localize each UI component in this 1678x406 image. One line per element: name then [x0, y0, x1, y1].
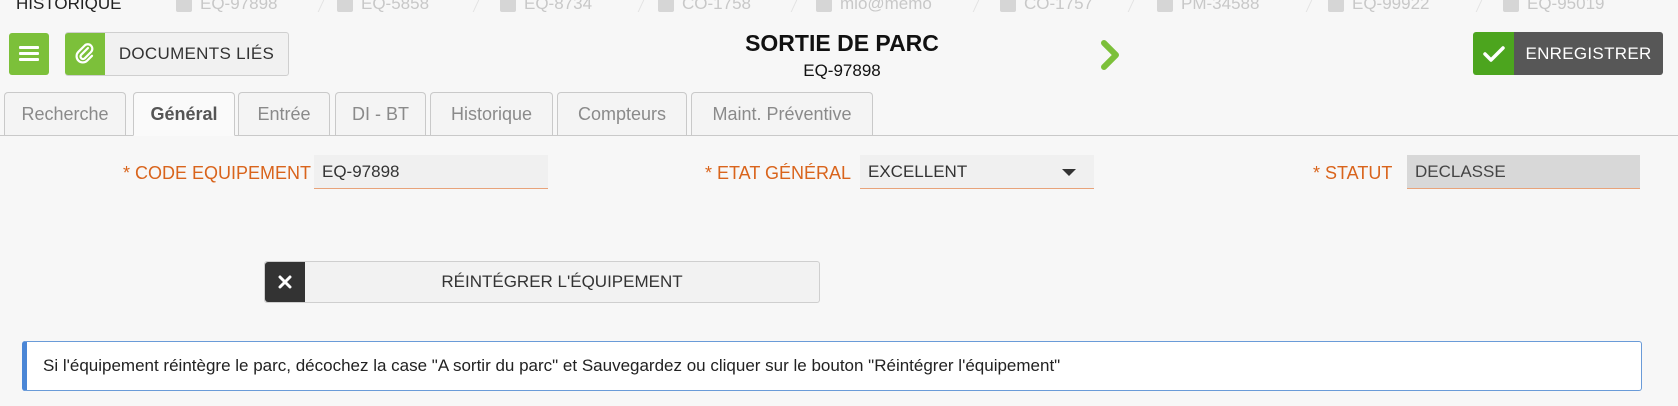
code-equipement-label: * CODE EQUIPEMENT — [123, 163, 312, 183]
paperclip-icon — [65, 32, 105, 75]
linked-documents-button[interactable]: DOCUMENTS LIÉS — [65, 32, 289, 76]
save-label: ENREGISTRER — [1514, 32, 1663, 75]
equipment-icon — [1328, 0, 1344, 12]
hamburger-icon — [19, 46, 39, 62]
history-item[interactable]: PM-34588 — [1157, 0, 1259, 12]
equipment-icon — [500, 0, 516, 12]
tab-maint-preventive[interactable]: Maint. Préventive — [691, 92, 873, 135]
info-message-text: Si l'équipement réintègre le parc, décoc… — [43, 356, 1061, 375]
plus-icon — [816, 0, 832, 12]
history-separator — [1474, 0, 1483, 12]
history-separator — [971, 0, 980, 12]
tab-general[interactable]: Général — [133, 92, 235, 136]
tab-di-bt[interactable]: DI - BT — [335, 92, 426, 135]
equipment-icon — [337, 0, 353, 12]
etat-general-value: EXCELLENT — [868, 162, 968, 181]
tabs-divider — [0, 135, 1678, 136]
linked-documents-label: DOCUMENTS LIÉS — [118, 44, 275, 63]
history-item[interactable]: EQ-95019 — [1503, 0, 1605, 12]
code-equipement-field[interactable]: EQ-97898 — [314, 155, 548, 189]
page-header: SORTIE DE PARC EQ-97898 — [650, 30, 1034, 81]
history-item[interactable]: EQ-8734 — [500, 0, 592, 12]
history-item[interactable]: EQ-5858 — [337, 0, 429, 12]
reintegrate-button[interactable]: RÉINTÉGRER L'ÉQUIPEMENT — [264, 261, 820, 303]
reintegrate-label: RÉINTÉGRER L'ÉQUIPEMENT — [441, 272, 683, 291]
order-icon — [658, 0, 674, 12]
history-separator — [316, 0, 325, 12]
history-strip: HISTORIQUE EQ-97898 EQ-5858 EQ-8734 CO-1… — [0, 0, 1678, 12]
tab-entree[interactable]: Entrée — [238, 92, 330, 135]
history-item[interactable]: CO-1758 — [658, 0, 751, 12]
history-separator — [1304, 0, 1313, 12]
chevron-right-icon[interactable] — [1100, 40, 1122, 75]
history-item[interactable]: EQ-97898 — [176, 0, 278, 12]
tab-compteurs[interactable]: Compteurs — [557, 92, 687, 135]
history-item[interactable]: CO-1757 — [1000, 0, 1093, 12]
equipment-icon — [1503, 0, 1519, 12]
tab-historique[interactable]: Historique — [430, 92, 553, 135]
history-separator — [471, 0, 480, 12]
caret-down-icon — [1062, 169, 1076, 176]
etat-general-label: * ETAT GÉNÉRAL — [705, 163, 852, 183]
history-separator — [636, 0, 645, 12]
etat-general-select[interactable]: EXCELLENT — [860, 155, 1094, 189]
history-label: HISTORIQUE — [16, 0, 122, 12]
page-subtitle: EQ-97898 — [803, 61, 881, 80]
statut-field: DECLASSE — [1407, 155, 1640, 189]
info-message: Si l'équipement réintègre le parc, décoc… — [22, 341, 1642, 391]
order-icon — [1000, 0, 1016, 12]
history-item[interactable]: mlo@memo — [816, 0, 932, 12]
equipment-icon — [176, 0, 192, 12]
statut-label: * STATUT — [1313, 163, 1393, 183]
history-separator — [1126, 0, 1135, 12]
close-icon — [265, 262, 305, 302]
menu-button[interactable] — [9, 33, 49, 75]
page-title: SORTIE DE PARC — [745, 30, 939, 56]
save-button[interactable]: ENREGISTRER — [1473, 32, 1663, 75]
history-item[interactable]: EQ-99922 — [1328, 0, 1430, 12]
history-separator — [789, 0, 798, 12]
tab-recherche[interactable]: Recherche — [4, 92, 126, 135]
check-icon — [1473, 32, 1514, 75]
calendar-icon — [1157, 0, 1173, 12]
